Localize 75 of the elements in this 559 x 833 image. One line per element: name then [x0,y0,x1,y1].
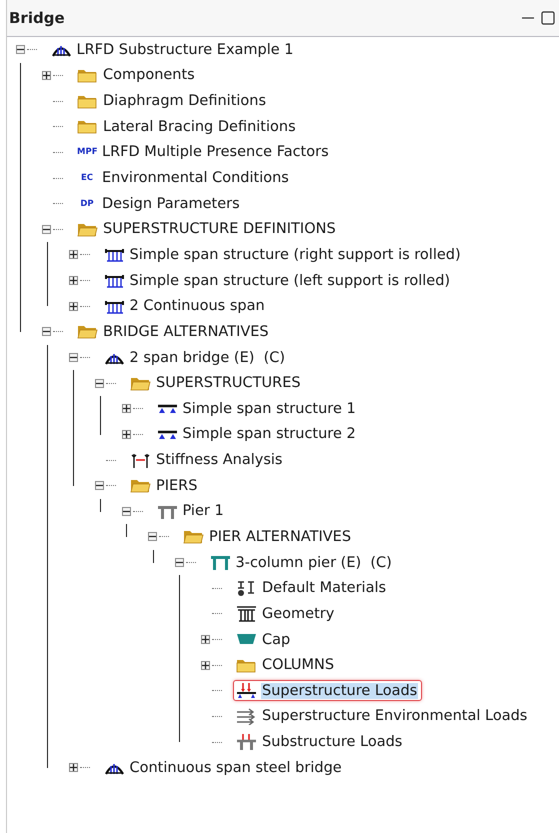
expand-toggle[interactable] [201,635,210,644]
girder-icon [104,272,124,290]
tree-item[interactable]: COLUMNS [233,654,340,676]
minus-icon [70,354,76,361]
tree-item[interactable]: Diaphragm Definitions [74,90,272,112]
open-folder-icon [130,477,151,494]
load-arrows-icon [236,734,257,751]
tree-item[interactable]: LRFD Substructure Example 1 [48,39,299,60]
stiffness-icon [130,452,151,469]
materials-icon [236,580,257,597]
expand-toggle[interactable] [122,506,130,516]
tree-item[interactable]: EC Environmental Conditions [74,168,294,188]
tree-item[interactable]: 2 Continuous span [100,296,270,317]
expand-toggle[interactable] [68,276,78,286]
expand-toggle[interactable] [68,353,78,362]
tree-item[interactable]: Default Materials [233,578,392,599]
tree-item[interactable]: Continuous span steel bridge [100,757,347,778]
wind-arrows-icon [236,708,257,725]
expand-toggle[interactable] [122,430,130,439]
expand-toggle[interactable] [201,660,210,670]
tree-item[interactable]: PIER ALTERNATIVES [180,526,356,548]
tree-item[interactable]: SUPERSTRUCTURES [127,372,306,394]
plus-icon [70,277,76,284]
abbreviation-icon: MPF [77,147,97,158]
tree-item[interactable]: Components [74,64,200,86]
pier-icon [210,554,230,572]
tree-item[interactable]: Lateral Bracing Definitions [74,116,301,138]
expand-toggle[interactable] [68,250,78,260]
abbreviation-icon: EC [77,173,97,184]
tree-item[interactable]: BRIDGE ALTERNATIVES [74,321,274,342]
maximize-icon[interactable] [541,11,555,25]
panel-title: Bridge [9,9,65,27]
tree-item[interactable]: Simple span structure 2 [154,424,361,445]
tree-item[interactable]: Simple span structure (left support is rolled) [100,270,456,292]
tree-item[interactable]: Geometry [233,603,340,624]
plus-icon [122,405,130,412]
tree-item[interactable]: SUPERSTRUCTURE DEFINITIONS [74,218,341,240]
expand-toggle[interactable] [174,558,184,568]
tree-item[interactable]: Simple span structure 1 [154,398,361,420]
folder-icon [77,118,98,136]
plus-icon [202,662,209,669]
expand-toggle[interactable] [95,378,104,388]
expand-toggle[interactable] [68,302,78,311]
pier-frame-icon [236,605,257,622]
plus-icon [70,764,76,772]
girder-icon [104,246,124,264]
load-arrows-icon [236,682,257,700]
plus-icon [70,302,76,310]
tree-item[interactable]: MPF LRFD Multiple Presence Factors [74,142,334,162]
tree-item[interactable]: Superstructure Environmental Loads [233,706,532,727]
plus-icon [122,430,130,438]
tree-item[interactable]: Stiffness Analysis [127,450,288,471]
plus-icon [43,72,50,79]
expand-toggle[interactable] [16,45,24,54]
tree-item[interactable]: DP Design Parameters [74,194,245,214]
tree-item[interactable]: PIERS [127,475,202,496]
open-folder-icon [77,323,98,340]
plus-icon [70,251,76,258]
expand-toggle[interactable] [42,224,51,234]
open-folder-icon [183,528,204,546]
expand-toggle[interactable] [148,532,157,542]
tree-item[interactable]: Simple span structure (right support is rolled) [100,244,466,266]
expand-toggle[interactable] [95,481,104,490]
tree-item[interactable]: Pier 1 [154,500,229,522]
abbreviation-icon: DP [77,198,97,209]
tree-item[interactable]: 3-column pier (E) (C) [206,552,397,574]
plus-icon [202,636,209,644]
tree-item[interactable]: Cap [233,629,296,650]
expand-toggle[interactable] [122,404,130,414]
expand-toggle[interactable] [42,70,51,80]
tree-item[interactable]: 2 span bridge (E) (C) [100,347,290,368]
expand-toggle[interactable] [42,327,51,336]
tree-item[interactable]: Substructure Loads [233,732,408,753]
expand-toggle[interactable] [68,763,78,772]
tree-item[interactable]: Superstructure Loads [233,680,422,702]
